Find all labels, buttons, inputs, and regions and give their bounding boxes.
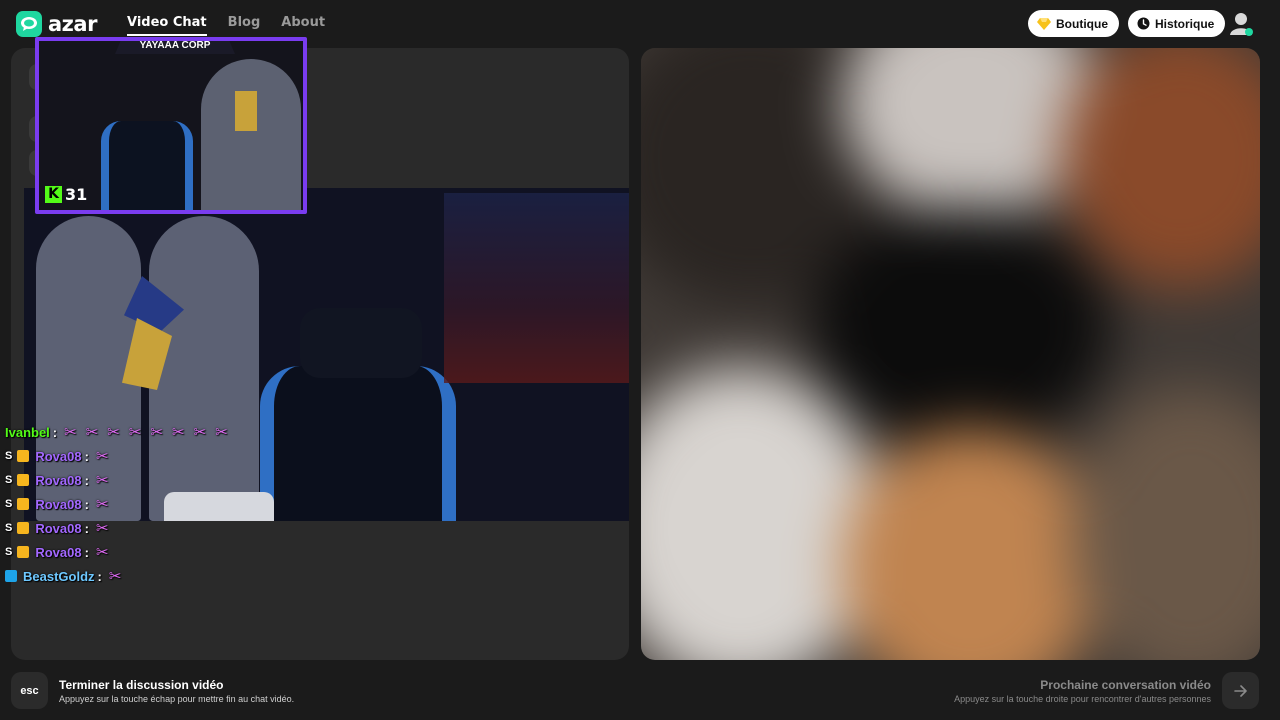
- chat-separator: :: [52, 424, 58, 440]
- subscriber-badge-icon: [17, 546, 30, 558]
- chat-prefix: S: [5, 474, 13, 486]
- azar-logo[interactable]: azar: [16, 10, 97, 38]
- chat-message: S Rova08 : ✂: [5, 492, 234, 516]
- kick-logo-icon: K: [45, 186, 62, 203]
- chat-separator: :: [84, 544, 89, 560]
- chat-message: BeastGoldz : ✂: [5, 564, 234, 588]
- end-chat-hint: Appuyez sur la touche échap pour mettre …: [59, 694, 295, 704]
- chat-separator: :: [84, 472, 89, 488]
- subscriber-badge-icon: [17, 498, 30, 510]
- chat-message: S Rova08 : ✂: [5, 444, 234, 468]
- emote-icon: ✂: [85, 424, 99, 441]
- webcam-flag: [235, 91, 257, 131]
- chat-prefix: S: [5, 450, 13, 462]
- emote-icon: ✂: [95, 544, 109, 561]
- chat-username: Rova08: [35, 520, 82, 536]
- webcam-title: YAYAAA CORP: [115, 41, 235, 54]
- subscriber-badge-icon: [17, 522, 30, 534]
- webcam-overlay: YAYAAA CORP K 31: [35, 37, 307, 214]
- emote-icon: ✂: [64, 424, 77, 441]
- shop-label: Boutique: [1056, 16, 1108, 31]
- chat-separator: :: [84, 448, 89, 464]
- verified-badge-icon: [5, 570, 17, 582]
- history-button[interactable]: Historique: [1128, 10, 1226, 37]
- next-chat-hint: Appuyez sur la touche droite pour rencon…: [954, 694, 1211, 704]
- chat-username: BeastGoldz: [23, 568, 95, 584]
- end-chat-button[interactable]: esc: [11, 672, 48, 709]
- webcam-door: [201, 59, 301, 210]
- nav-about[interactable]: About: [281, 15, 325, 36]
- clock-icon: [1137, 17, 1150, 30]
- chat-username: Rova08: [35, 472, 82, 488]
- arrow-right-icon: [1233, 684, 1247, 697]
- stream-chair: [260, 366, 456, 521]
- chat-overlay: Ivanbel : ✂ ✂ ✂ ✂ ✂ ✂ ✂ ✂ S Rova08 : ✂ S…: [5, 420, 234, 588]
- chat-prefix: S: [5, 546, 13, 558]
- emote-icon: ✂: [193, 424, 207, 441]
- chat-message: S Rova08 : ✂: [5, 468, 234, 492]
- chat-prefix: S: [5, 498, 13, 510]
- emote-icon: ✂: [172, 424, 185, 441]
- emote-icon: ✂: [107, 424, 120, 441]
- user-avatar-icon[interactable]: [1229, 11, 1255, 37]
- viewer-count: 31: [65, 185, 88, 204]
- chat-separator: :: [84, 496, 89, 512]
- nav-video-chat[interactable]: Video Chat: [127, 15, 207, 36]
- chat-username: Rova08: [35, 496, 82, 512]
- next-chat-title: Prochaine conversation vidéo: [1040, 678, 1211, 692]
- chat-username: Rova08: [35, 544, 82, 560]
- end-chat-title: Terminer la discussion vidéo: [59, 678, 224, 692]
- stream-window: [444, 193, 629, 383]
- remote-video-panel: [641, 48, 1260, 660]
- diamond-icon: [1037, 17, 1051, 30]
- chat-message: S Rova08 : ✂: [5, 540, 234, 564]
- chat-username: Rova08: [35, 448, 82, 464]
- main-nav: Video Chat Blog About: [127, 15, 325, 36]
- emote-icon: ✂: [95, 496, 109, 513]
- blur-shape: [1071, 388, 1260, 660]
- emote-icon: ✂: [95, 472, 109, 489]
- chat-message: Ivanbel : ✂ ✂ ✂ ✂ ✂ ✂ ✂ ✂: [5, 420, 234, 444]
- subscriber-badge-icon: [17, 450, 30, 462]
- emote-icon: ✂: [215, 424, 228, 441]
- blur-shape: [1061, 48, 1260, 288]
- webcam-chair: [101, 121, 193, 210]
- azar-logo-icon: [16, 11, 42, 37]
- logo-text: azar: [48, 12, 97, 36]
- emote-icon: ✂: [95, 448, 109, 465]
- emote-icon: ✂: [128, 424, 142, 441]
- history-label: Historique: [1155, 16, 1215, 31]
- subscriber-badge-icon: [17, 474, 30, 486]
- blur-shape: [811, 208, 1111, 448]
- chat-message: S Rova08 : ✂: [5, 516, 234, 540]
- nav-blog[interactable]: Blog: [228, 15, 261, 36]
- stream-chair-headrest: [300, 308, 422, 378]
- shop-button[interactable]: Boutique: [1028, 10, 1119, 37]
- viewer-badge: K 31: [45, 185, 87, 204]
- emote-icon: ✂: [108, 568, 122, 585]
- blur-shape: [641, 368, 881, 660]
- emote-icon: ✂: [95, 520, 109, 537]
- chat-separator: :: [84, 520, 89, 536]
- blur-shape: [841, 428, 1101, 660]
- chat-prefix: S: [5, 522, 13, 534]
- emote-icon: ✂: [150, 424, 164, 441]
- blurred-video: [641, 48, 1260, 660]
- next-chat-button[interactable]: [1222, 672, 1259, 709]
- chat-separator: :: [97, 568, 102, 584]
- chat-username: Ivanbel: [5, 424, 50, 440]
